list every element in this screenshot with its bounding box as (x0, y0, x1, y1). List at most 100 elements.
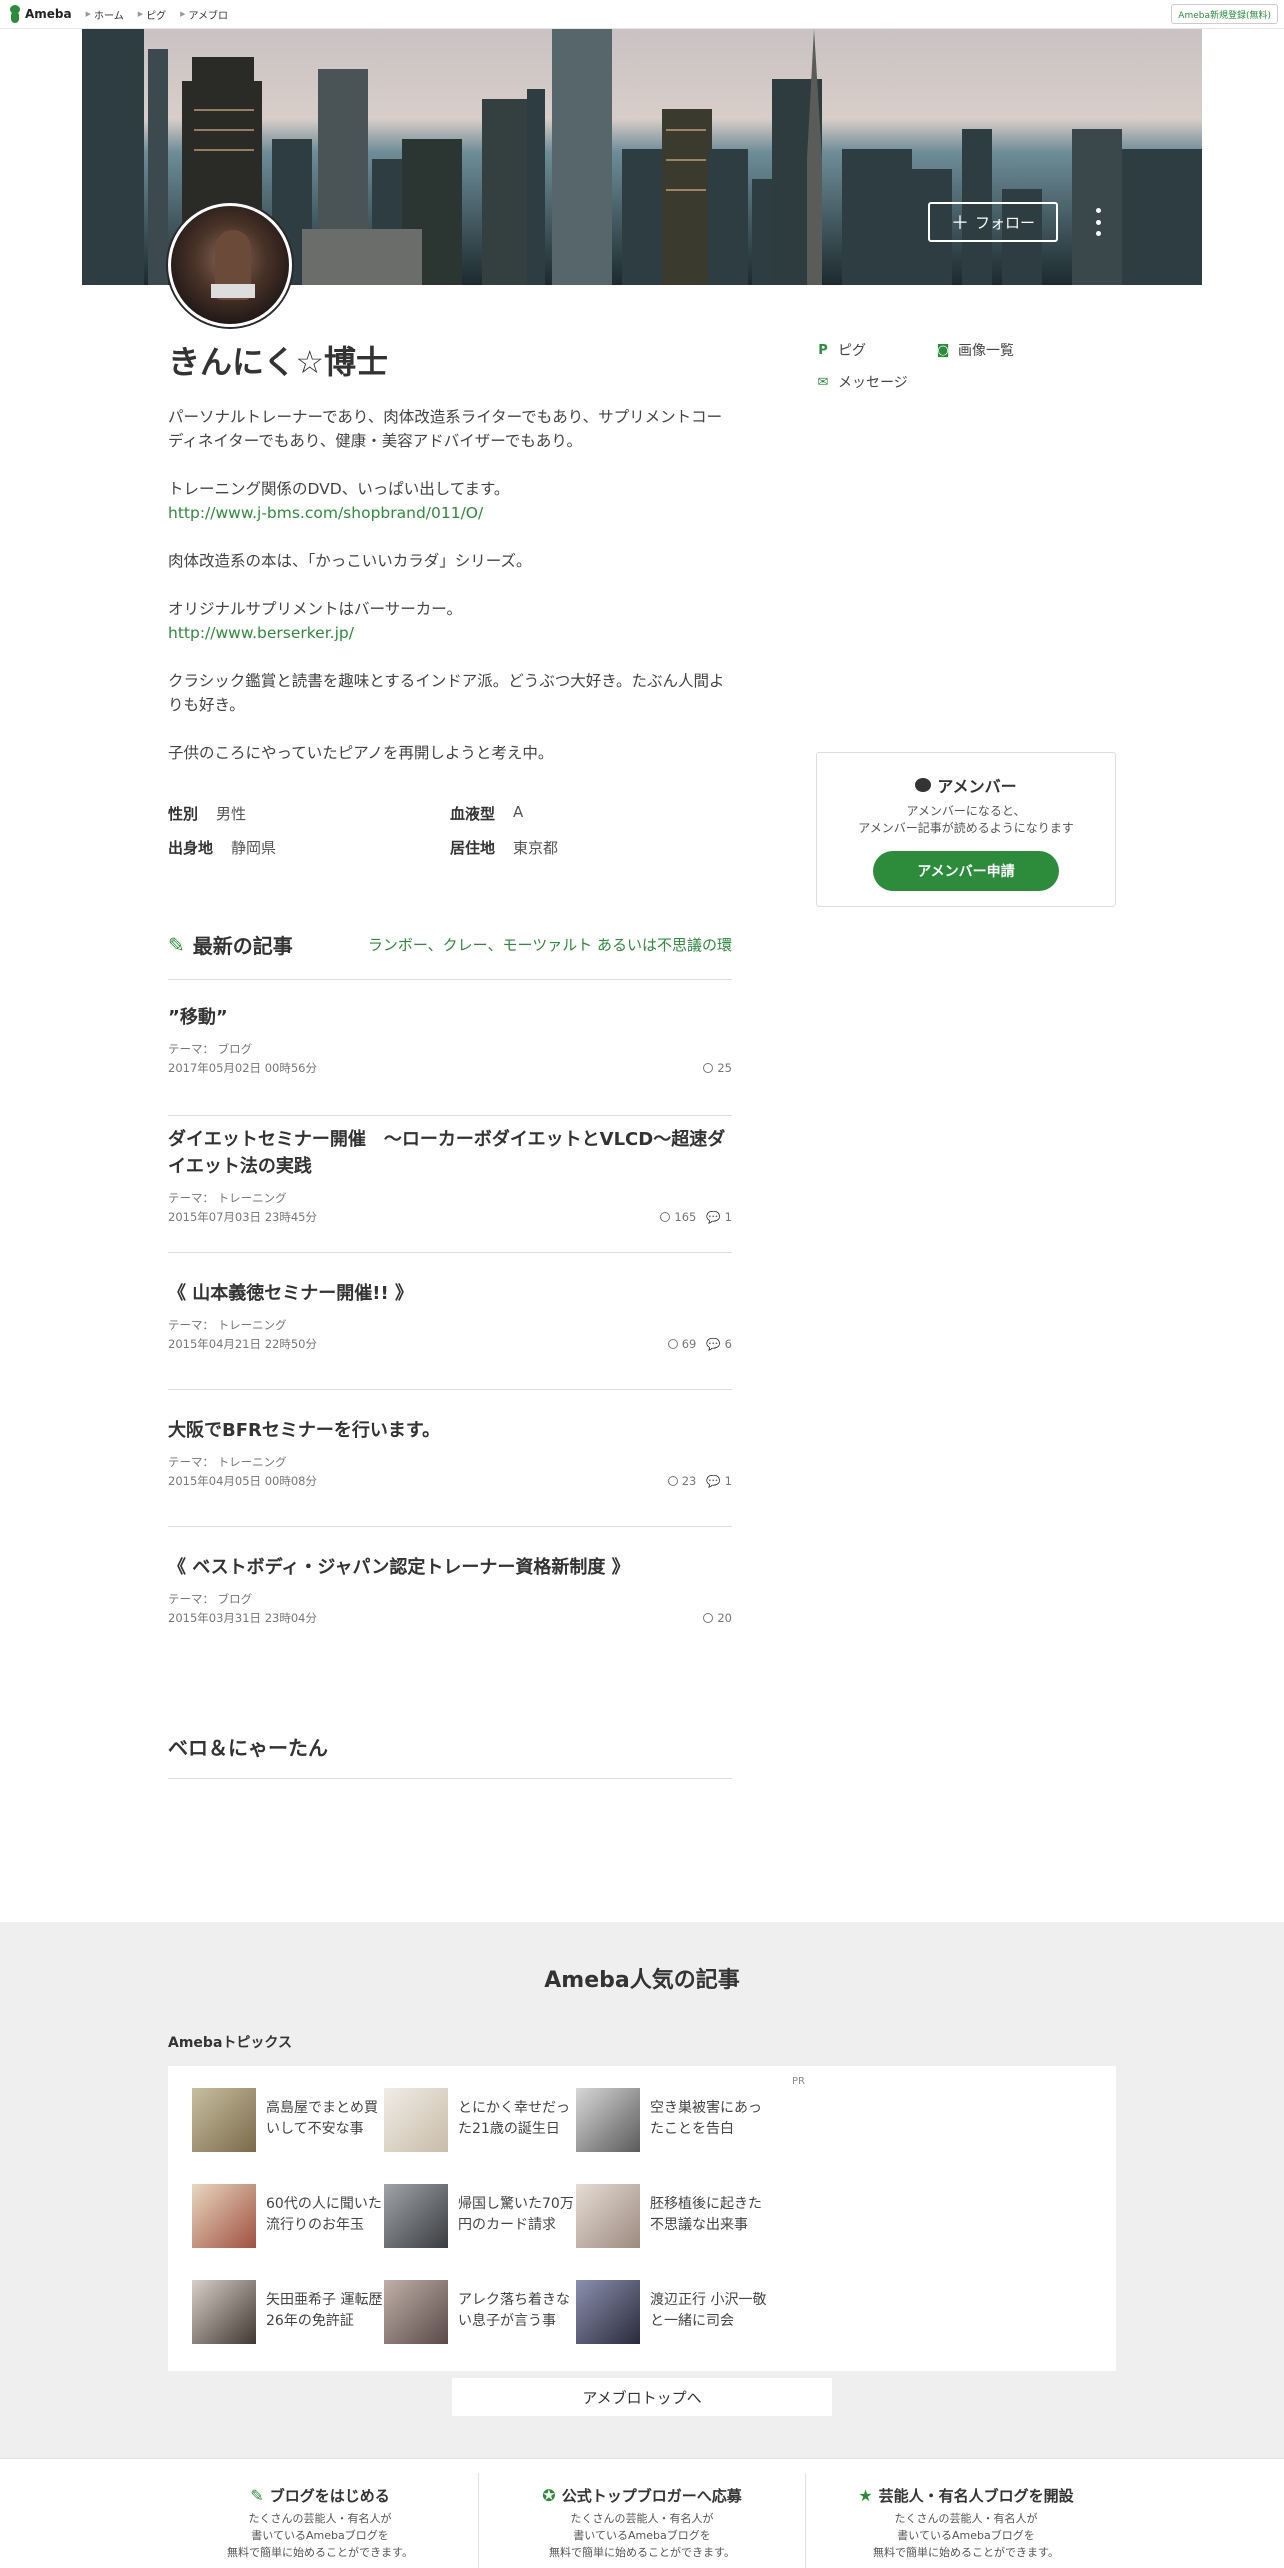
topic-item[interactable]: 矢田亜希子 運転歴26年の免許証 (192, 2280, 384, 2346)
promo-top-blogger[interactable]: ✪ 公式トップブロガーへ応募 たくさんの芸能人・有名人が 書いているAmebaブログ… (480, 2459, 804, 2568)
promo-desc: たくさんの芸能人・有名人が 書いているAmebaブログを 無料で簡単に始めることがで… (806, 2510, 1126, 2561)
blog-title-link[interactable]: ランボー、クレー、モーツァルト あるいは不思議の環 (368, 934, 732, 955)
article-date: 2015年07月03日 23時45分 (168, 1210, 317, 1224)
signup-button[interactable]: Ameba新規登録(無料) (1171, 4, 1278, 24)
promo-celebrity-blog[interactable]: ★ 芸能人・有名人ブログを開設 たくさんの芸能人・有名人が 書いているAmebaブロ… (806, 2459, 1126, 2568)
article-stats: 20 (703, 1610, 732, 1626)
ameblo-top-button[interactable]: アメブロトップへ (452, 2378, 832, 2416)
amember-desc: アメンバーになると、 アメンバー記事が読めるようになります (817, 803, 1115, 837)
article-title[interactable]: ダイエットセミナー開催 ～ローカーボダイエットとVLCD～超速ダイエット法の実践 (168, 1126, 732, 1180)
pigg-link[interactable]: P ピグ (816, 340, 866, 360)
like-count[interactable]: 165 (660, 1209, 696, 1225)
comment-count[interactable]: 💬 1 (706, 1473, 732, 1489)
like-count[interactable]: 20 (703, 1610, 732, 1626)
topic-item[interactable]: 帰国し驚いた70万円のカード請求 (384, 2184, 576, 2250)
topics-card: PR 高島屋でまとめ買いして不安な事 とにかく幸せだった21歳の誕生日 空き巣被… (168, 2066, 1116, 2371)
comment-count-value: 6 (724, 1337, 732, 1351)
like-count[interactable]: 69 (667, 1336, 697, 1352)
profile-bio: パーソナルトレーナーであり、肉体改造系ライターでもあり、サプリメントコーディネイ… (168, 405, 732, 789)
topic-item[interactable]: アレク落ち着きない息子が言う事 (384, 2280, 576, 2346)
topic-thumbnail (576, 2280, 640, 2344)
topic-item[interactable]: とにかく幸せだった21歳の誕生日 (384, 2088, 576, 2154)
topic-item[interactable]: 高島屋でまとめ買いして不安な事 (192, 2088, 384, 2154)
topics-subtitle: Amebaトピックス (168, 2035, 292, 2051)
mail-icon: ✉ (817, 374, 829, 390)
bio-paragraph: クラシック鑑賞と読書を趣味とするインドア派。どうぶつ大好き。たぶん人間よりも好き… (168, 672, 725, 714)
nav-link-home[interactable]: ▶ ホーム (86, 7, 124, 22)
chat-icon (915, 778, 932, 792)
promo-title: ✎ ブログをはじめる (160, 2485, 480, 2506)
article-item[interactable]: 《 ベストボディ・ジャパン認定トレーナー資格新制度 》 テーマ： ブログ 201… (168, 1554, 732, 1634)
amember-title: アメンバー (817, 773, 1115, 797)
article-theme[interactable]: テーマ： ブログ (168, 1591, 732, 1607)
dvd-shop-link[interactable]: http://www.j-bms.com/shopbrand/011/O/ (168, 501, 732, 525)
image-list-link[interactable]: ◙ 画像一覧 (936, 340, 1014, 360)
like-icon (703, 1613, 714, 1623)
latest-articles-header: ✎ 最新の記事 ランボー、クレー、モーツァルト あるいは不思議の環 (168, 930, 732, 980)
topic-title: 矢田亜希子 運転歴26年の免許証 (266, 2292, 383, 2329)
fact-value: A (513, 803, 524, 821)
article-title[interactable]: 大阪でBFRセミナーを行います。 (168, 1417, 732, 1444)
article-title[interactable]: ”移動” (168, 1004, 732, 1031)
topic-item[interactable]: 60代の人に聞いた流行りのお年玉 (192, 2184, 384, 2250)
like-count-value: 69 (681, 1337, 697, 1351)
ameba-logo[interactable]: Ameba (8, 5, 72, 23)
topic-item[interactable]: 空き巣被害にあったことを告白 (576, 2088, 768, 2154)
more-menu-icon[interactable] (1088, 204, 1108, 240)
like-count-value: 25 (717, 1061, 732, 1075)
topic-thumbnail (384, 2184, 448, 2248)
follow-button[interactable]: ＋ フォロー (928, 202, 1058, 242)
like-count-value: 165 (674, 1210, 697, 1224)
like-count[interactable]: 23 (667, 1473, 697, 1489)
nav-link-pigg[interactable]: ▶ ピグ (138, 7, 166, 22)
article-item[interactable]: ダイエットセミナー開催 ～ローカーボダイエットとVLCD～超速ダイエット法の実践… (168, 1126, 732, 1253)
topic-title: 60代の人に聞いた流行りのお年玉 (266, 2196, 382, 2233)
nav-link-label: ピグ (146, 10, 167, 22)
popular-title: Ameba人気の記事 (544, 1968, 740, 1993)
nav-link-ameblo[interactable]: ▶ アメブロ (180, 7, 228, 22)
like-count-value: 23 (681, 1474, 697, 1488)
like-icon (667, 1476, 678, 1486)
comment-count[interactable]: 💬 1 (706, 1209, 732, 1225)
promo-desc-line: 無料で簡単に始めることができます。 (549, 2546, 735, 2559)
amember-apply-button[interactable]: アメンバー申請 (873, 851, 1059, 891)
fact-key: 出身地 (168, 839, 214, 857)
like-icon (703, 1063, 714, 1073)
topic-item[interactable]: 渡辺正行 小沢一敬と一緒に司会 (576, 2280, 768, 2346)
message-link[interactable]: ✉ メッセージ (816, 372, 908, 392)
fact-value: 静岡県 (231, 839, 277, 857)
comment-count[interactable]: 💬 6 (706, 1336, 732, 1352)
topic-item[interactable]: 胚移植後に起きた不思議な出来事 (576, 2184, 768, 2250)
topic-thumbnail (384, 2280, 448, 2344)
article-stats: 23 💬 1 (667, 1473, 732, 1489)
bio-paragraph: パーソナルトレーナーであり、肉体改造系ライターでもあり、サプリメントコーディネイ… (168, 408, 723, 450)
promo-desc: たくさんの芸能人・有名人が 書いているAmebaブログを 無料で簡単に始めることがで… (160, 2510, 480, 2561)
article-theme[interactable]: テーマ： トレーニング (168, 1190, 732, 1206)
pr-label: PR (792, 2076, 805, 2087)
pigg-icon: P (818, 342, 828, 358)
article-theme[interactable]: テーマ： ブログ (168, 1041, 732, 1057)
bio-text: トレーニング関係のDVD、いっぱい出してます。 (168, 480, 510, 498)
article-theme[interactable]: テーマ： トレーニング (168, 1454, 732, 1470)
article-item[interactable]: 大阪でBFRセミナーを行います。 テーマ： トレーニング 2015年04月05日… (168, 1417, 732, 1527)
ameba-logo-icon (8, 5, 22, 23)
article-title[interactable]: 《 ベストボディ・ジャパン認定トレーナー資格新制度 》 (168, 1554, 732, 1581)
article-meta: 2017年05月02日 00時56分 25 (168, 1060, 732, 1076)
section-title-text: 最新の記事 (192, 934, 293, 958)
divider (478, 2473, 479, 2568)
article-item[interactable]: 《 山本義徳セミナー開催!! 》 テーマ： トレーニング 2015年04月21日… (168, 1280, 732, 1390)
footer-promos: ✎ ブログをはじめる たくさんの芸能人・有名人が 書いているAmebaブログを 無料で… (0, 2458, 1284, 2568)
promo-start-blog[interactable]: ✎ ブログをはじめる たくさんの芸能人・有名人が 書いているAmebaブログを 無料で… (160, 2459, 480, 2568)
supplement-link[interactable]: http://www.berserker.jp/ (168, 621, 732, 645)
pencil-icon: ✎ (168, 932, 185, 957)
topic-thumbnail (192, 2088, 256, 2152)
topic-title: 渡辺正行 小沢一敬と一緒に司会 (650, 2292, 767, 2329)
avatar[interactable] (168, 203, 292, 327)
article-theme[interactable]: テーマ： トレーニング (168, 1317, 732, 1333)
like-count[interactable]: 25 (703, 1060, 732, 1076)
article-title[interactable]: 《 山本義徳セミナー開催!! 》 (168, 1280, 732, 1307)
nav-arrow-icon: ▶ (180, 10, 186, 18)
fact-blood-type: 血液型 A (450, 803, 523, 824)
article-item[interactable]: ”移動” テーマ： ブログ 2017年05月02日 00時56分 25 (168, 1004, 732, 1116)
pencil-icon: ✎ (250, 2486, 264, 2505)
